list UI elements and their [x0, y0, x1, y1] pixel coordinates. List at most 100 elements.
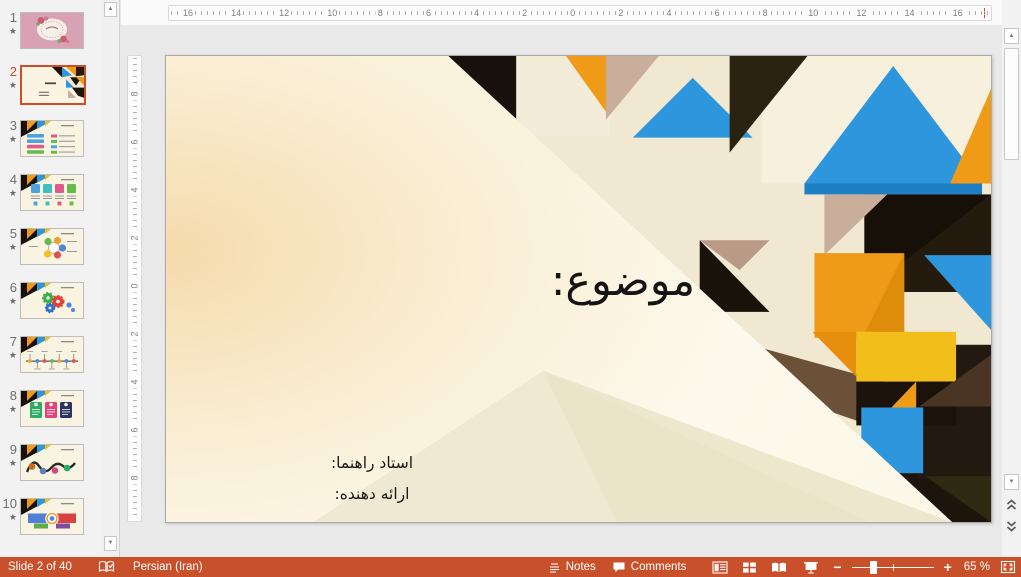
zoom-out-icon[interactable]: − [829, 560, 845, 574]
slide-number: 2 [0, 65, 17, 79]
ruler-label: 6 [130, 424, 140, 437]
thumbnail-number-column: 3★ [0, 118, 20, 145]
ruler-label: 16 [951, 6, 965, 20]
slide-thumbnail-7[interactable]: 7★ [0, 334, 104, 388]
slide-number: 1 [0, 11, 17, 25]
slide-number: 9 [0, 443, 17, 457]
thumbnail-image[interactable] [20, 444, 84, 481]
main-scrollbar[interactable]: ▲ ▼ [1002, 0, 1021, 557]
slide-subtitle-placeholder[interactable]: استاد راهنما: ارائه دهنده: [294, 448, 450, 510]
slide-thumbnail-1[interactable]: 1★ [0, 10, 104, 64]
thumbnail-number-column: 9★ [0, 442, 20, 469]
ruler-label: 2 [130, 232, 140, 245]
reading-view-icon[interactable] [771, 561, 787, 574]
powerpoint-window: 1★2★3★4★5★6★7★8★9★10★ ▲ ▼ 16141210864202… [0, 0, 1021, 577]
fit-to-window-icon[interactable] [1000, 560, 1016, 574]
slide-number: 10 [0, 497, 17, 511]
ruler-label: 2 [130, 328, 140, 341]
slide-thumbnail-panel: 1★2★3★4★5★6★7★8★9★10★ ▲ ▼ [0, 0, 120, 557]
thumbnail-number-column: 10★ [0, 496, 20, 523]
slide-number: 6 [0, 281, 17, 295]
slide-indicator[interactable]: Slide 2 of 40 [8, 561, 72, 573]
thumbnail-image[interactable] [20, 498, 84, 535]
ruler-label: 0 [568, 6, 577, 20]
slide-number: 5 [0, 227, 17, 241]
ruler-label: 14 [229, 6, 243, 20]
slideshow-view-icon[interactable] [803, 561, 819, 574]
ruler-label: 6 [424, 6, 433, 20]
animation-star-icon: ★ [0, 511, 17, 523]
ruler-label: 12 [277, 6, 291, 20]
thumbnail-image[interactable] [20, 228, 84, 265]
ruler-band: 1614121086420246810121416 [121, 0, 1021, 25]
ruler-label: 16 [181, 6, 195, 20]
thumbnail-number-column: 5★ [0, 226, 20, 253]
thumbnail-image[interactable] [20, 174, 84, 211]
slide-number: 4 [0, 173, 17, 187]
comments-icon [612, 561, 626, 573]
supervisor-label[interactable]: استاد راهنما: [294, 448, 450, 479]
notes-icon [548, 562, 561, 573]
slide-thumbnail-6[interactable]: 6★ [0, 280, 104, 334]
thumbnail-image[interactable] [20, 65, 86, 105]
language-indicator[interactable]: Persian (Iran) [133, 561, 203, 573]
thumbnail-scroll-up-icon[interactable]: ▲ [104, 2, 117, 17]
status-bar: Slide 2 of 40 Persian (Iran) Notes [0, 557, 1021, 577]
zoom-slider[interactable] [852, 560, 934, 574]
thumbnail-list: 1★2★3★4★5★6★7★8★9★10★ [0, 10, 104, 550]
ruler-label: 4 [130, 184, 140, 197]
slide-thumbnail-10[interactable]: 10★ [0, 496, 104, 550]
animation-star-icon: ★ [0, 295, 17, 307]
animation-star-icon: ★ [0, 133, 17, 145]
ruler-cursor-indicator [984, 8, 985, 18]
slide-thumbnail-4[interactable]: 4★ [0, 172, 104, 226]
thumbnail-number-column: 2★ [0, 64, 20, 91]
ruler-label: 8 [130, 88, 140, 101]
thumbnail-image[interactable] [20, 390, 84, 427]
ruler-label: 4 [472, 6, 481, 20]
ruler-label: 0 [130, 280, 140, 293]
slide-sorter-view-icon[interactable] [742, 561, 757, 574]
comments-button[interactable]: Comments [612, 561, 687, 573]
notes-button[interactable]: Notes [548, 561, 596, 573]
thumbnail-image[interactable] [20, 120, 84, 157]
scroll-up-icon[interactable]: ▲ [1004, 28, 1019, 44]
thumbnail-number-column: 7★ [0, 334, 20, 361]
slide-thumbnail-5[interactable]: 5★ [0, 226, 104, 280]
ruler-label: 8 [761, 6, 770, 20]
slide-thumbnail-9[interactable]: 9★ [0, 442, 104, 496]
slide-title-placeholder[interactable]: موضوع: [551, 256, 695, 306]
thumbnail-scrollbar[interactable]: ▲ ▼ [103, 0, 118, 557]
ruler-label: 4 [664, 6, 673, 20]
normal-view-icon[interactable] [712, 561, 728, 574]
animation-star-icon: ★ [0, 457, 17, 469]
ruler-label: 8 [130, 472, 140, 485]
slide-canvas[interactable]: موضوع: استاد راهنما: ارائه دهنده: [165, 55, 992, 523]
animation-star-icon: ★ [0, 79, 17, 91]
scroll-down-icon[interactable]: ▼ [1004, 474, 1019, 490]
zoom-slider-handle[interactable] [870, 561, 877, 574]
animation-star-icon: ★ [0, 241, 17, 253]
animation-star-icon: ★ [0, 349, 17, 361]
ruler-label: 2 [616, 6, 625, 20]
thumbnail-image[interactable] [20, 282, 84, 319]
zoom-in-icon[interactable]: + [940, 560, 956, 574]
slide-thumbnail-2[interactable]: 2★ [0, 64, 104, 118]
slide-number: 8 [0, 389, 17, 403]
slide-thumbnail-8[interactable]: 8★ [0, 388, 104, 442]
thumbnail-image[interactable] [20, 336, 84, 373]
animation-star-icon: ★ [0, 403, 17, 415]
next-slide-icon[interactable] [1005, 518, 1018, 536]
ruler-label: 10 [325, 6, 339, 20]
thumbnail-scroll-down-icon[interactable]: ▼ [104, 536, 117, 551]
previous-slide-icon[interactable] [1005, 497, 1018, 515]
ruler-label: 12 [854, 6, 868, 20]
scrollbar-thumb[interactable] [1004, 48, 1019, 160]
thumbnail-image[interactable] [20, 12, 84, 49]
zoom-level[interactable]: 65 % [964, 561, 990, 573]
ruler-label: 14 [902, 6, 916, 20]
presenter-label[interactable]: ارائه دهنده: [294, 479, 450, 510]
ruler-label: 10 [806, 6, 820, 20]
slide-thumbnail-3[interactable]: 3★ [0, 118, 104, 172]
spellcheck-icon[interactable] [98, 560, 115, 574]
